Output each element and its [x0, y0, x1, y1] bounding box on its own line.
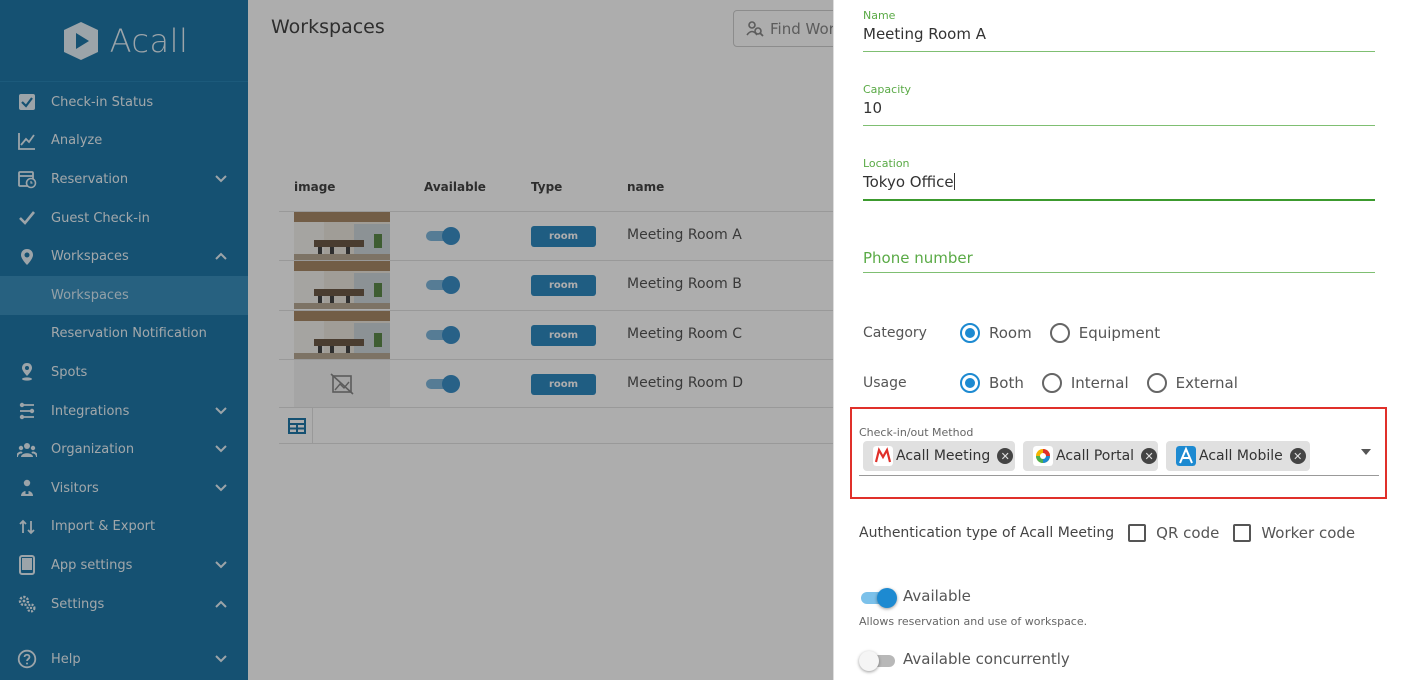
method-chip[interactable]: Acall Portal ✕	[1023, 441, 1158, 471]
category-radio-group: Category Room Equipment	[863, 322, 1178, 344]
concurrent-switch-knob	[859, 651, 879, 671]
capacity-label: Capacity	[863, 83, 912, 96]
available-switch-knob	[877, 588, 897, 608]
location-label: Location	[863, 157, 910, 170]
usage-label: Usage	[863, 375, 907, 391]
auth-options: QR code Worker code	[1114, 524, 1355, 542]
category-option-equipment[interactable]: Equipment	[1049, 323, 1161, 343]
concurrent-switch[interactable]	[859, 649, 897, 671]
capacity-value[interactable]: 10	[863, 99, 1375, 121]
acall-portal-icon	[1033, 446, 1053, 466]
location-underline	[863, 199, 1375, 201]
name-field[interactable]: Name Meeting Room A	[863, 9, 1375, 52]
workspace-edit-drawer: Name Meeting Room A Capacity 10 Location…	[833, 0, 1421, 680]
available-help-text: Allows reservation and use of workspace.	[859, 615, 1088, 628]
checkbox[interactable]	[1128, 524, 1147, 542]
location-value-wrap[interactable]: Tokyo Office	[863, 173, 1375, 195]
name-value[interactable]: Meeting Room A	[863, 25, 1375, 47]
usage-option-both[interactable]: Both	[960, 373, 1024, 393]
chip-label: Acall Meeting	[896, 448, 991, 464]
radio-label: External	[1175, 374, 1238, 392]
method-label: Check-in/out Method	[859, 426, 974, 439]
auth-label: Authentication type of Acall Meeting	[859, 525, 1115, 541]
name-label: Name	[863, 9, 896, 22]
radio-label: Equipment	[1078, 324, 1161, 342]
phone-underline	[863, 272, 1375, 273]
acall-mobile-icon	[1176, 446, 1196, 466]
radio-label: Both	[989, 374, 1024, 392]
radio-label: Internal	[1070, 374, 1129, 392]
usage-option-external[interactable]: External	[1146, 373, 1238, 393]
radio-label: Room	[989, 324, 1032, 342]
usage-radio-group: Usage Both Internal External	[863, 372, 1256, 394]
usage-options: Both Internal External	[960, 373, 1256, 393]
usage-option-internal[interactable]: Internal	[1041, 373, 1129, 393]
radio-button[interactable]	[960, 323, 980, 343]
phone-placeholder: Phone number	[863, 249, 973, 267]
checkbox-label: Worker code	[1261, 524, 1356, 542]
checkbox[interactable]	[1233, 524, 1252, 542]
method-underline	[859, 475, 1379, 476]
dropdown-arrow-icon[interactable]	[1361, 449, 1371, 455]
method-chip[interactable]: Acall Meeting ✕	[863, 441, 1015, 471]
location-field[interactable]: Location Tokyo Office	[863, 157, 1375, 201]
capacity-field[interactable]: Capacity 10	[863, 83, 1375, 126]
radio-button[interactable]	[960, 373, 980, 393]
location-value: Tokyo Office	[863, 173, 954, 191]
radio-button[interactable]	[1041, 373, 1062, 393]
phone-field[interactable]: Phone number	[863, 249, 1375, 273]
acall-meeting-icon	[873, 446, 893, 466]
capacity-underline	[863, 125, 1375, 126]
concurrent-label: Available concurrently	[903, 650, 1070, 668]
radio-button[interactable]	[1146, 373, 1167, 393]
available-label: Available	[903, 587, 971, 605]
chip-label: Acall Portal	[1056, 448, 1135, 464]
text-caret	[953, 173, 955, 190]
category-label: Category	[863, 325, 927, 341]
name-underline	[863, 51, 1375, 52]
radio-button[interactable]	[1049, 323, 1070, 343]
chip-remove-icon[interactable]: ✕	[997, 448, 1014, 464]
checkbox-label: QR code	[1156, 524, 1220, 542]
auth-type-group: Authentication type of Acall Meeting QR …	[859, 524, 1355, 542]
chip-label: Acall Mobile	[1199, 448, 1283, 464]
chip-remove-icon[interactable]: ✕	[1289, 448, 1306, 464]
available-switch[interactable]	[859, 586, 897, 608]
category-options: Room Equipment	[960, 323, 1178, 343]
chip-remove-icon[interactable]: ✕	[1141, 448, 1158, 464]
auth-option-worker-code[interactable]: Worker code	[1233, 524, 1355, 542]
auth-option-qr-code[interactable]: QR code	[1128, 524, 1219, 542]
category-option-room[interactable]: Room	[960, 323, 1032, 343]
method-chip[interactable]: Acall Mobile ✕	[1166, 441, 1310, 471]
